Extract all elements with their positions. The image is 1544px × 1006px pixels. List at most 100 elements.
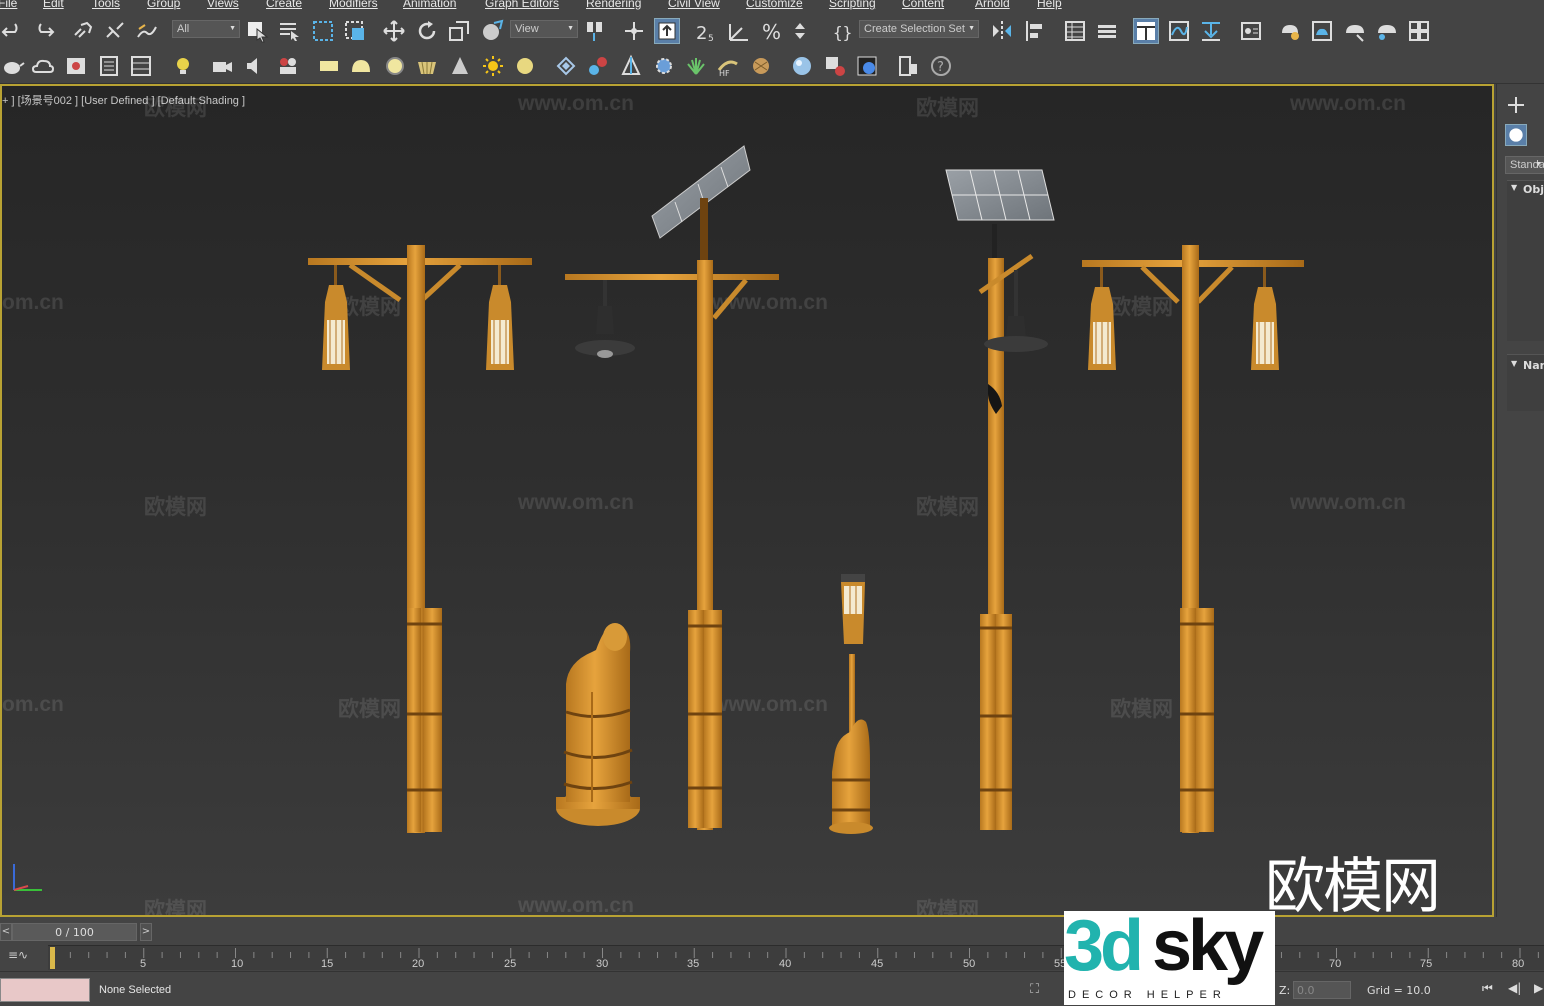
move-icon[interactable] — [381, 18, 407, 44]
video-post-icon[interactable] — [275, 53, 301, 79]
previous-frame-icon[interactable]: ◀| — [1508, 981, 1521, 995]
keyboard-shortcut-override-icon[interactable] — [654, 18, 680, 44]
teapot-icon[interactable] — [0, 53, 26, 79]
timeline-track[interactable]: 5 10 15 20 25 30 35 40 45 50 55 70 75 80 — [48, 945, 1544, 970]
link-icon[interactable] — [70, 18, 96, 44]
menu-graph-editors[interactable]: Graph Editors — [485, 0, 559, 10]
render-grid-icon[interactable] — [1406, 18, 1432, 44]
rotate-icon[interactable] — [414, 18, 440, 44]
scene-explorer-icon[interactable] — [1062, 18, 1088, 44]
plane-icon[interactable] — [316, 53, 342, 79]
menu-arnold[interactable]: Arnold — [975, 0, 1010, 10]
layer-explorer-icon[interactable] — [1094, 18, 1120, 44]
gizmo-icon[interactable] — [618, 53, 644, 79]
undo-icon[interactable] — [0, 18, 26, 44]
dome-icon[interactable] — [348, 53, 374, 79]
time-slider-handle[interactable]: 0 / 100 — [12, 923, 137, 941]
hair-fur-icon[interactable]: HF — [715, 53, 741, 79]
bamboo-stump-bollard[interactable] — [556, 623, 640, 826]
menu-customize[interactable]: Customize — [746, 0, 803, 10]
material-editor-icon[interactable] — [1238, 18, 1264, 44]
menu-tools[interactable]: Tools — [92, 0, 120, 10]
render-production-icon[interactable] — [1342, 18, 1368, 44]
menu-file[interactable]: File — [0, 0, 17, 10]
double-lantern-bamboo-post[interactable] — [308, 245, 532, 833]
menu-modifiers[interactable]: Modifiers — [329, 0, 378, 10]
scene-render[interactable] — [2, 86, 1492, 915]
isolate-icon[interactable]: ⛶ — [1030, 982, 1039, 997]
gear-icon[interactable] — [651, 53, 677, 79]
rectangular-selection-icon[interactable] — [310, 18, 336, 44]
sound-icon[interactable] — [242, 53, 268, 79]
select-object-icon[interactable] — [244, 18, 270, 44]
menu-scripting[interactable]: Scripting — [829, 0, 876, 10]
align-icon[interactable] — [1022, 18, 1048, 44]
show-material-icon[interactable] — [854, 53, 880, 79]
asset-tracking-icon[interactable] — [895, 53, 921, 79]
selection-filter-dropdown[interactable]: All — [172, 20, 240, 38]
assign-material-icon[interactable] — [822, 53, 848, 79]
rollout-title[interactable]: Nan — [1523, 359, 1544, 372]
foliage-icon[interactable] — [683, 53, 709, 79]
go-to-start-icon[interactable]: ⏮ — [1482, 981, 1493, 996]
place-icon[interactable] — [479, 18, 505, 44]
menu-create[interactable]: Create — [266, 0, 302, 10]
bind-spacewarp-icon[interactable] — [134, 18, 160, 44]
curve-toggle-icon[interactable]: ≡∿ — [8, 948, 28, 962]
mirror-icon[interactable] — [989, 18, 1015, 44]
render-iterative-icon[interactable] — [1374, 18, 1400, 44]
help-icon[interactable]: ? — [928, 53, 954, 79]
snaps-toggle-icon[interactable]: 25 — [693, 18, 719, 44]
rendered-frame-window-icon[interactable] — [1309, 18, 1335, 44]
menu-group[interactable]: Group — [147, 0, 180, 10]
percent-snap-icon[interactable]: % — [759, 18, 785, 44]
basket-icon[interactable] — [414, 53, 440, 79]
cloud-icon[interactable] — [30, 53, 56, 79]
sun-icon[interactable] — [480, 53, 506, 79]
play-icon[interactable]: ▶ — [1534, 981, 1543, 995]
z-coordinate-field[interactable]: 0.0 — [1293, 981, 1351, 999]
cloth-icon[interactable] — [748, 53, 774, 79]
double-lantern-bamboo-post-right[interactable] — [1082, 245, 1304, 833]
reference-coord-dropdown[interactable]: View — [510, 20, 578, 38]
select-manipulate-icon[interactable] — [621, 18, 647, 44]
spinner-snap-icon[interactable] — [790, 18, 816, 44]
scale-icon[interactable] — [446, 18, 472, 44]
perspective-viewport[interactable]: + ] [场景号002 ] [User Defined ] [Default S… — [0, 84, 1494, 917]
geometry-category-icon[interactable] — [1505, 124, 1527, 146]
menu-help[interactable]: Help — [1037, 0, 1062, 10]
schematic-view-icon[interactable] — [1198, 18, 1224, 44]
camera-icon[interactable] — [209, 53, 235, 79]
image-viewer-icon[interactable] — [63, 53, 89, 79]
menu-animation[interactable]: Animation — [403, 0, 456, 10]
edit-named-selection-icon[interactable]: {} — [830, 18, 856, 44]
angle-snap-icon[interactable] — [726, 18, 752, 44]
cone-icon[interactable] — [447, 53, 473, 79]
create-panel-plus-icon[interactable] — [1503, 92, 1529, 118]
unlink-icon[interactable] — [102, 18, 128, 44]
glow-sphere-icon[interactable] — [512, 53, 538, 79]
select-by-name-icon[interactable] — [276, 18, 302, 44]
rollout-title[interactable]: Obj — [1523, 183, 1544, 196]
bamboo-torch-lamp[interactable] — [829, 574, 873, 834]
panel-table-icon[interactable] — [128, 53, 154, 79]
menu-rendering[interactable]: Rendering — [586, 0, 641, 10]
curve-editor-icon[interactable] — [1166, 18, 1192, 44]
render-setup-icon[interactable] — [1277, 18, 1303, 44]
solar-bamboo-post-side-lamp[interactable] — [945, 169, 1055, 830]
hair-icon[interactable] — [553, 53, 579, 79]
material-sphere-icon[interactable] — [789, 53, 815, 79]
ribbon-toggle-icon[interactable] — [1133, 18, 1159, 44]
redo-icon[interactable] — [30, 18, 56, 44]
menu-edit[interactable]: Edit — [43, 0, 64, 10]
menu-content[interactable]: Content — [902, 0, 944, 10]
pivot-center-icon[interactable] — [582, 18, 608, 44]
named-selection-set-dropdown[interactable]: Create Selection Set — [859, 20, 979, 38]
sphere-icon[interactable] — [382, 53, 408, 79]
maxscript-listener[interactable] — [0, 978, 90, 1002]
light-lister-icon[interactable] — [170, 53, 196, 79]
menu-civil-view[interactable]: Civil View — [668, 0, 720, 10]
particle-icon[interactable] — [585, 53, 611, 79]
window-crossing-icon[interactable] — [342, 18, 368, 44]
panel-list-icon[interactable] — [96, 53, 122, 79]
